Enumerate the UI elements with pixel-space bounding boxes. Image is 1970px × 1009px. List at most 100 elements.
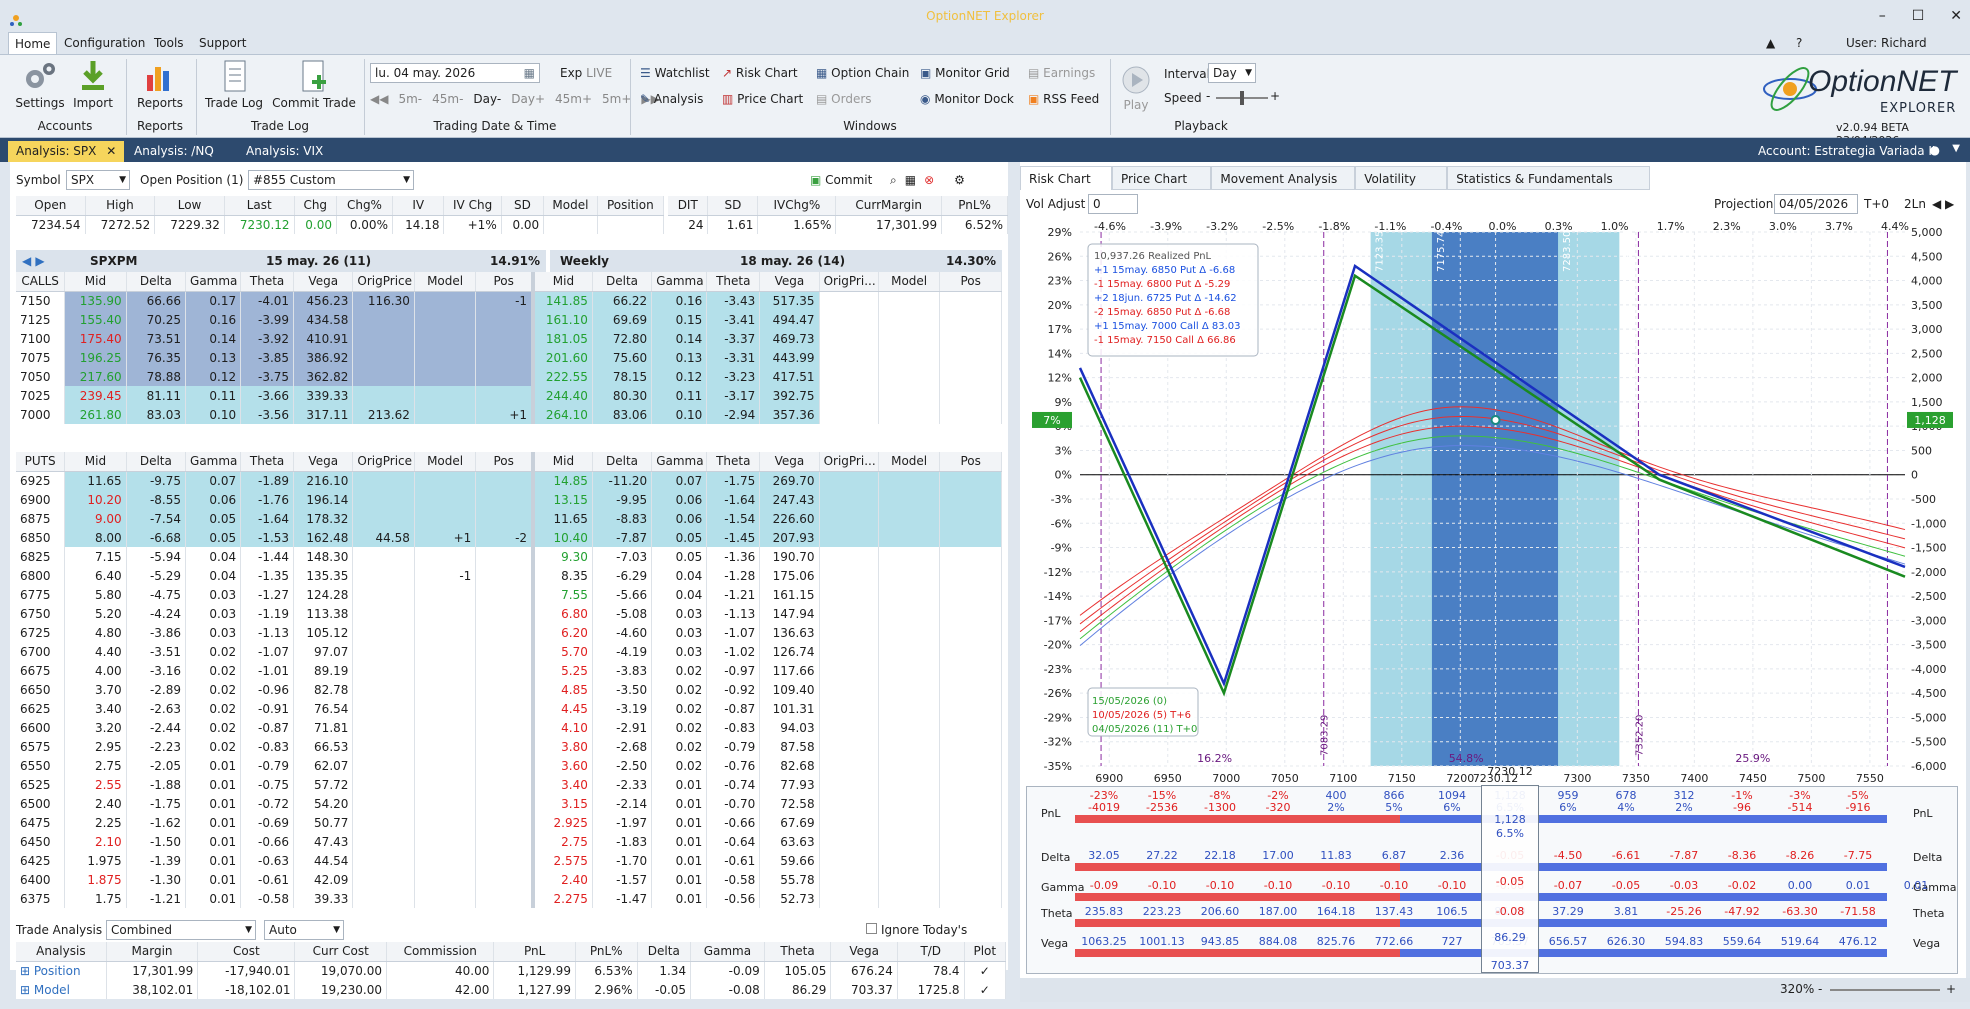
column-header[interactable]: OrigPrice	[352, 452, 415, 472]
search-icon[interactable]: ⌕	[890, 170, 897, 190]
chain-cell[interactable]	[878, 405, 941, 424]
chain-cell[interactable]: 0.02	[651, 699, 708, 718]
chain-cell[interactable]: -3.86	[126, 623, 187, 642]
chain-cell[interactable]: 10.20	[64, 490, 127, 509]
chain-cell[interactable]: 247.43	[759, 490, 820, 509]
chain-cell[interactable]	[819, 566, 879, 585]
put-row[interactable]: 6375 1.75 -1.21 0.01 -0.58 39.33 2.275 -1.47 0.0…	[16, 889, 1002, 908]
chain-cell[interactable]: -1.83	[592, 832, 653, 851]
close-button[interactable]: ✕	[1950, 0, 1962, 32]
chain-cell[interactable]: -1.21	[126, 889, 187, 908]
chain-cell[interactable]	[819, 585, 879, 604]
chain-cell[interactable]: -2	[475, 528, 534, 547]
chain-cell[interactable]: 178.32	[293, 509, 354, 528]
chain-cell[interactable]	[352, 870, 415, 889]
chain-cell[interactable]: -1.13	[240, 623, 295, 642]
chain-cell[interactable]	[878, 310, 941, 329]
chain-cell[interactable]: 109.40	[759, 680, 820, 699]
chain-cell[interactable]: 124.28	[293, 585, 354, 604]
chain-cell[interactable]: 5.25	[531, 661, 593, 680]
chain-cell[interactable]: 72.58	[759, 794, 820, 813]
chain-cell[interactable]: 81.11	[126, 386, 187, 405]
chain-cell[interactable]: -2.94	[706, 405, 761, 424]
chain-cell[interactable]: 0.05	[651, 528, 708, 547]
import-button[interactable]: Import	[68, 59, 118, 110]
put-row[interactable]: 6425 1.975 -1.39 0.01 -0.63 44.54 2.575 -1.70 0.…	[16, 851, 1002, 870]
chain-cell[interactable]: 0.01	[185, 813, 242, 832]
ta-header[interactable]: PnL%	[575, 942, 638, 962]
chain-cell[interactable]	[819, 813, 879, 832]
menu-configuration[interactable]: Configuration	[58, 32, 151, 54]
ta-header[interactable]: Plot	[964, 942, 1007, 962]
chain-cell[interactable]	[939, 528, 1002, 547]
chain-cell[interactable]: 2.40	[64, 794, 127, 813]
chain-cell[interactable]: -0.58	[706, 870, 761, 889]
chain-cell[interactable]: 80.30	[592, 386, 653, 405]
chain-cell[interactable]	[819, 509, 879, 528]
chain-cell[interactable]	[819, 386, 879, 405]
chain-cell[interactable]	[352, 585, 415, 604]
chain-cell[interactable]	[414, 623, 477, 642]
chain-cell[interactable]: 82.68	[759, 756, 820, 775]
prev-exp-icon[interactable]: ◀ ▶	[22, 250, 45, 272]
tab-analysis-nq[interactable]: Analysis: /NQ	[126, 141, 222, 162]
chain-cell[interactable]	[414, 367, 477, 386]
chain-cell[interactable]	[878, 509, 941, 528]
chain-cell[interactable]: -2.14	[592, 794, 653, 813]
chain-cell[interactable]	[475, 851, 534, 870]
chain-cell[interactable]	[939, 661, 1002, 680]
chain-cell[interactable]: 0.02	[651, 756, 708, 775]
chain-cell[interactable]: 0.01	[185, 870, 242, 889]
menu-support[interactable]: Support	[193, 32, 252, 54]
chain-cell[interactable]	[475, 329, 534, 348]
chain-cell[interactable]	[475, 471, 534, 490]
chain-cell[interactable]: 216.10	[293, 471, 354, 490]
chain-cell[interactable]	[414, 756, 477, 775]
chain-cell[interactable]	[939, 775, 1002, 794]
chain-cell[interactable]	[475, 566, 534, 585]
chain-cell[interactable]	[414, 889, 477, 908]
put-row[interactable]: 6750 5.20 -4.24 0.03 -1.19 113.38 6.80 -5.08 0.0…	[16, 604, 1002, 623]
chain-cell[interactable]	[475, 680, 534, 699]
put-row[interactable]: 6525 2.55 -1.88 0.01 -0.75 57.72 3.40 -2.33 0.01…	[16, 775, 1002, 794]
chain-cell[interactable]: -1.47	[592, 889, 653, 908]
chain-cell[interactable]: 0.05	[185, 509, 242, 528]
chain-cell[interactable]: 0.05	[651, 547, 708, 566]
chain-cell[interactable]: -1.19	[240, 604, 295, 623]
chain-cell[interactable]: 155.40	[64, 310, 127, 329]
chain-cell[interactable]	[878, 870, 941, 889]
chain-cell[interactable]: -0.63	[240, 851, 295, 870]
column-header[interactable]: Theta	[706, 452, 761, 472]
option-chain-button[interactable]: ▦ Option Chain	[816, 63, 909, 83]
chain-cell[interactable]	[939, 737, 1002, 756]
chain-cell[interactable]: -1.97	[592, 813, 653, 832]
chain-cell[interactable]: 0.03	[651, 604, 708, 623]
chain-cell[interactable]: -7.03	[592, 547, 653, 566]
chain-cell[interactable]: 7.15	[64, 547, 127, 566]
chain-cell[interactable]: 69.69	[592, 310, 653, 329]
chain-cell[interactable]: 87.58	[759, 737, 820, 756]
chain-cell[interactable]	[414, 737, 477, 756]
chain-cell[interactable]: -1.75	[706, 471, 761, 490]
chain-cell[interactable]: 2.75	[64, 756, 127, 775]
chain-cell[interactable]: -0.66	[706, 813, 761, 832]
chain-cell[interactable]: -0.91	[240, 699, 295, 718]
chain-cell[interactable]	[819, 348, 879, 367]
chain-cell[interactable]: 59.66	[759, 851, 820, 870]
chain-cell[interactable]: -1.13	[706, 604, 761, 623]
chain-cell[interactable]	[878, 547, 941, 566]
chain-cell[interactable]	[414, 547, 477, 566]
put-row[interactable]: 6500 2.40 -1.75 0.01 -0.72 54.20 3.15 -2.14 0.01…	[16, 794, 1002, 813]
chain-cell[interactable]: 0.04	[185, 566, 242, 585]
chain-cell[interactable]	[878, 329, 941, 348]
ta-header[interactable]: Commission	[386, 942, 495, 962]
chain-cell[interactable]: 5.20	[64, 604, 127, 623]
chain-cell[interactable]: 456.23	[293, 291, 354, 310]
chain-cell[interactable]: -0.72	[240, 794, 295, 813]
chain-cell[interactable]	[878, 699, 941, 718]
chain-cell[interactable]: 3.40	[531, 775, 593, 794]
chain-cell[interactable]	[819, 528, 879, 547]
put-row[interactable]: 6775 5.80 -4.75 0.03 -1.27 124.28 7.55 -5.66 0.0…	[16, 585, 1002, 604]
chain-cell[interactable]: -3.43	[706, 291, 761, 310]
chain-cell[interactable]: -0.58	[240, 889, 295, 908]
